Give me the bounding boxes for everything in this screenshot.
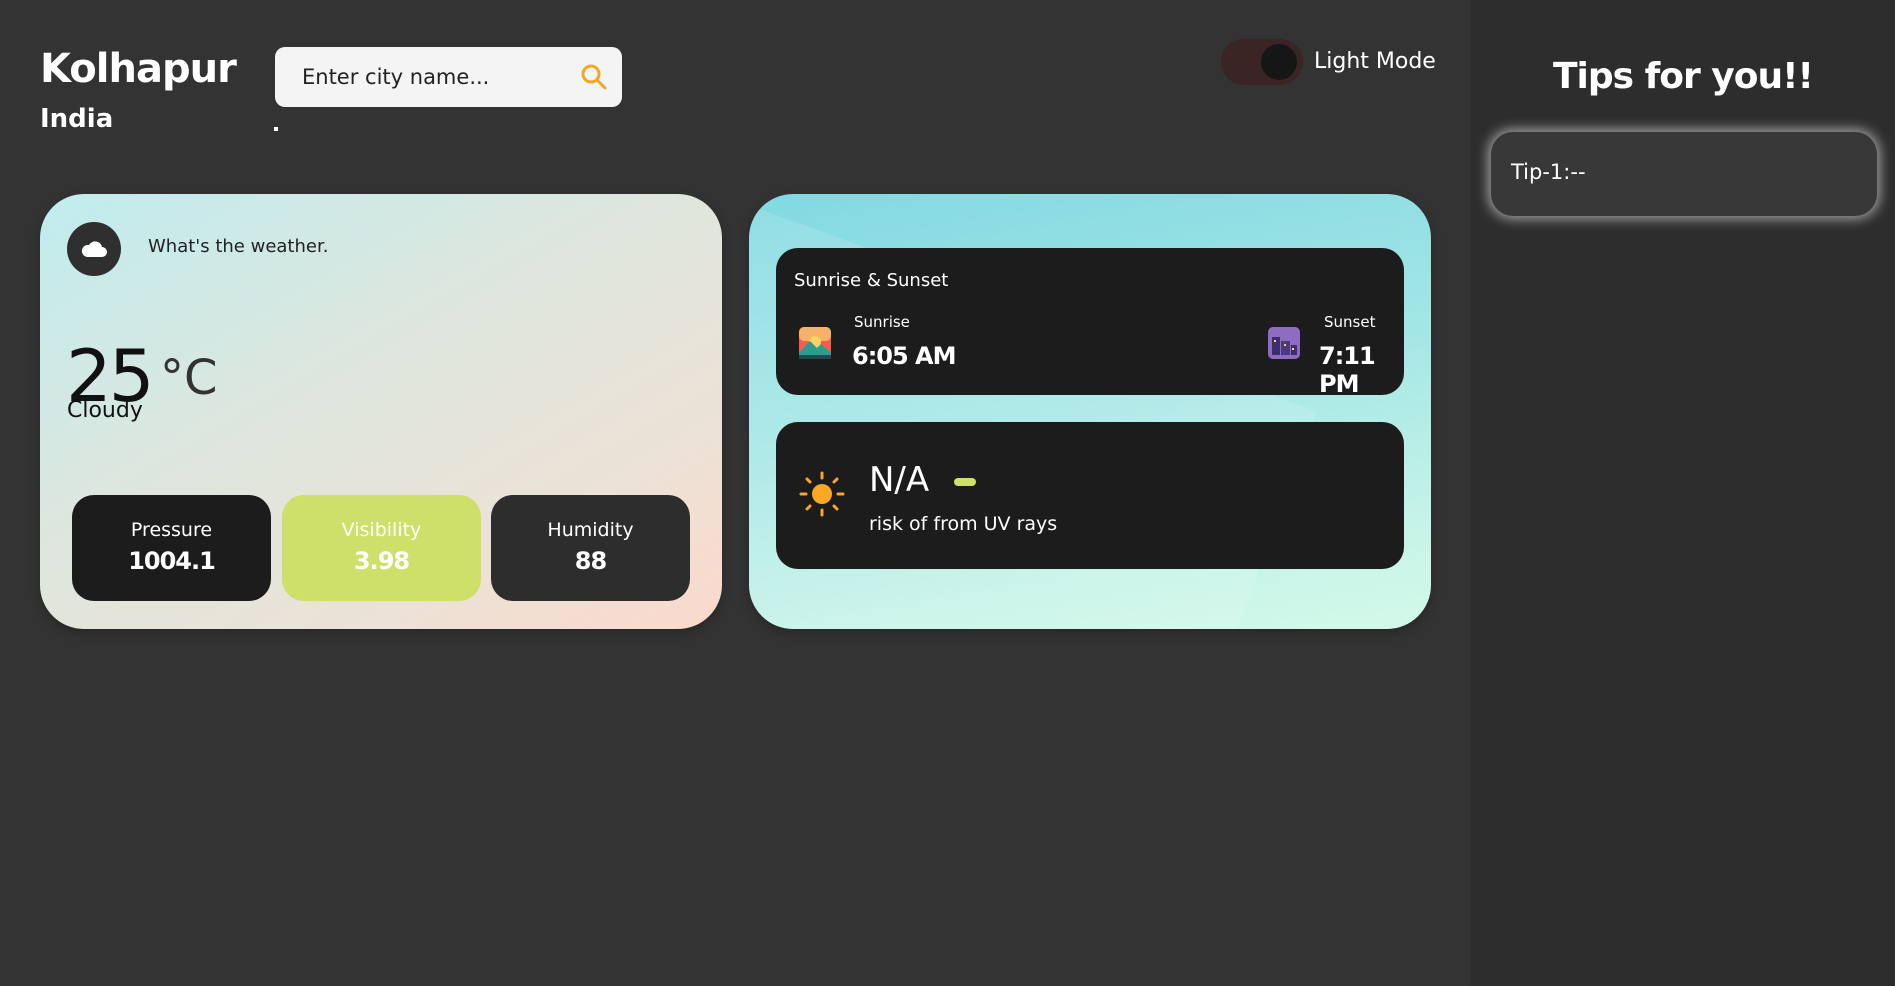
country-name: India <box>40 104 114 134</box>
weather-card: What's the weather. 25 °C Cloudy Pressur… <box>40 194 722 629</box>
sun-uv-card: Sunrise & Sunset Sunrise 6:05 AM Sunset <box>749 194 1431 629</box>
toggle-knob[interactable] <box>1261 44 1297 80</box>
visibility-value: 3.98 <box>353 547 410 575</box>
tips-sidebar: Tips for you!! Tip-1:-- <box>1471 0 1895 986</box>
pressure-label: Pressure <box>130 519 213 541</box>
sunrise-time: 6:05 AM <box>852 342 957 370</box>
theme-toggle[interactable] <box>1221 39 1303 85</box>
pressure-card: Pressure 1004.1 <box>72 495 271 601</box>
uv-description: risk of from UV rays <box>869 513 1058 535</box>
cloud-icon <box>81 241 107 257</box>
temperature-unit: °C <box>160 350 218 406</box>
visibility-card: Visibility 3.98 <box>282 495 481 601</box>
sunrise-sunset-title: Sunrise & Sunset <box>794 270 949 291</box>
theme-toggle-label: Light Mode <box>1314 49 1436 74</box>
city-name: Kolhapur <box>40 46 237 92</box>
weather-condition: Cloudy <box>67 398 143 423</box>
sunrise-label: Sunrise <box>854 313 910 331</box>
sun-icon <box>799 471 845 517</box>
cloud-badge <box>67 222 121 276</box>
status-dot <box>274 127 278 131</box>
tip-card: Tip-1:-- <box>1491 132 1877 216</box>
visibility-label: Visibility <box>341 519 422 541</box>
weather-question: What's the weather. <box>148 236 329 257</box>
sunrise-sunset-box: Sunrise & Sunset Sunrise 6:05 AM Sunset <box>776 248 1404 398</box>
sunrise-icon <box>799 327 831 359</box>
humidity-value: 88 <box>574 547 607 575</box>
humidity-label: Humidity <box>547 519 634 541</box>
tip-text: Tip-1:-- <box>1511 160 1586 184</box>
humidity-card: Humidity 88 <box>491 495 690 601</box>
sunset-icon <box>1268 327 1300 359</box>
search-input[interactable] <box>275 47 565 107</box>
main-panel: Kolhapur India Light Mode What's the wea… <box>0 0 1471 986</box>
pressure-value: 1004.1 <box>128 547 216 575</box>
search-box[interactable] <box>275 47 622 107</box>
sunset-time: 7:11 PM <box>1319 342 1376 398</box>
sunset-label: Sunset <box>1324 313 1376 331</box>
tips-title: Tips for you!! <box>1553 56 1814 97</box>
uv-value: N/A <box>869 460 930 500</box>
uv-index-box: N/A risk of from UV rays <box>776 422 1404 569</box>
uv-level-indicator <box>954 478 976 486</box>
search-icon[interactable] <box>580 63 608 91</box>
